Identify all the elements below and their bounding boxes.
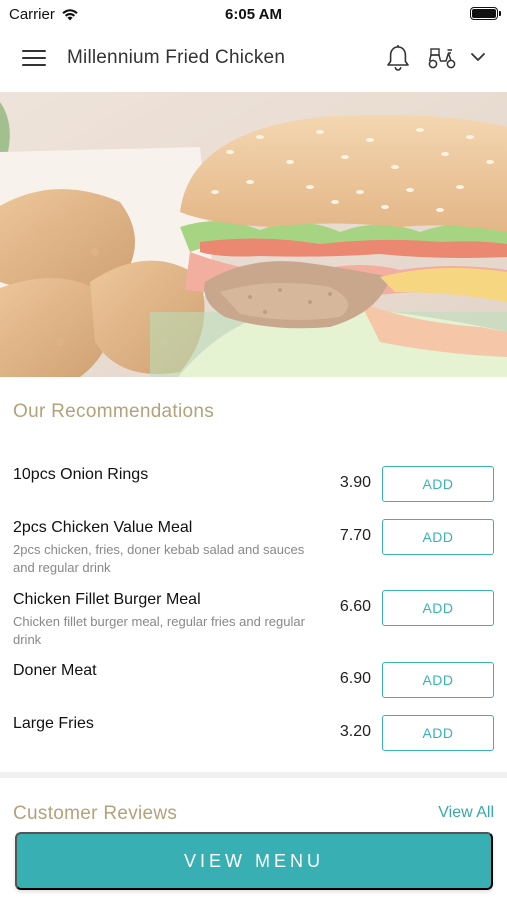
- item-name: 2pcs Chicken Value Meal: [13, 519, 193, 536]
- add-button[interactable]: ADD: [382, 662, 494, 698]
- recommendations-title: Our Recommendations: [13, 401, 215, 422]
- item-price: 3.20: [339, 723, 371, 740]
- status-bar: Carrier 6:05 AM: [0, 0, 507, 28]
- item-name: 10pcs Onion Rings: [13, 466, 149, 483]
- item-description: Chicken fillet burger meal, regular frie…: [13, 614, 305, 647]
- bell-icon[interactable]: [385, 44, 411, 72]
- add-button[interactable]: ADD: [382, 466, 494, 502]
- item-description: 2pcs chicken, fries, doner kebab salad a…: [13, 542, 305, 575]
- add-button[interactable]: ADD: [382, 519, 494, 555]
- hero-food-image: [0, 92, 507, 377]
- item-price: 6.60: [339, 598, 371, 615]
- section-divider: [0, 772, 507, 778]
- status-time: 6:05 AM: [225, 6, 282, 23]
- view-menu-button[interactable]: VIEW MENU: [15, 832, 493, 890]
- add-button[interactable]: ADD: [382, 590, 494, 626]
- app-header: Millennium Fried Chicken: [0, 28, 507, 92]
- item-price: 3.90: [339, 474, 371, 491]
- item-price: 7.70: [339, 527, 371, 544]
- item-name: Chicken Fillet Burger Meal: [13, 591, 201, 608]
- add-button[interactable]: ADD: [382, 715, 494, 751]
- menu-icon[interactable]: [22, 50, 46, 68]
- chevron-down-icon[interactable]: [470, 51, 486, 63]
- view-all-reviews-link[interactable]: View All: [438, 804, 494, 822]
- item-price: 6.90: [339, 670, 371, 687]
- reviews-title: Customer Reviews: [13, 803, 178, 824]
- item-name: Doner Meat: [13, 662, 97, 679]
- scooter-icon[interactable]: [427, 46, 457, 70]
- restaurant-title: Millennium Fried Chicken: [67, 47, 286, 68]
- battery-icon: [470, 7, 501, 20]
- item-name: Large Fries: [13, 715, 94, 732]
